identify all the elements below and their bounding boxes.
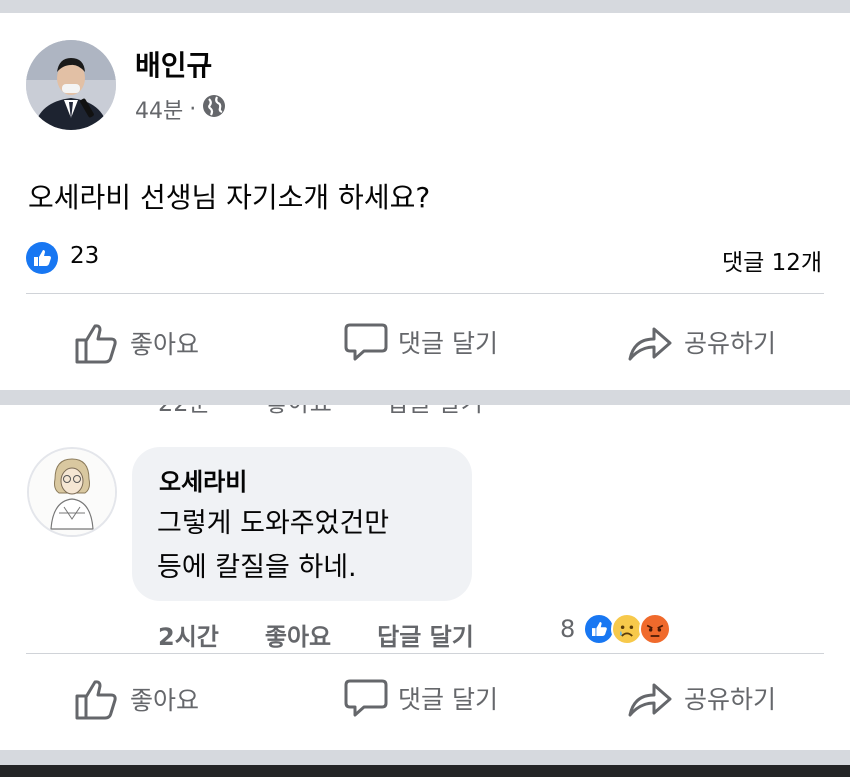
comment-bubble: 오세라비 그렇게 도와주었건만 등에 칼질을 하네. bbox=[132, 447, 472, 601]
globe-icon[interactable] bbox=[202, 94, 226, 124]
meta-separator: · bbox=[189, 96, 197, 122]
comment-meta: 2시간 좋아요 답글 달기 bbox=[158, 617, 474, 652]
comment-like-button[interactable]: 좋아요 bbox=[265, 617, 331, 652]
post-author-avatar[interactable] bbox=[26, 40, 116, 130]
comment-line-2: 등에 칼질을 하네. bbox=[157, 552, 357, 583]
clipped-like[interactable]: 좋아요 bbox=[266, 405, 332, 418]
comment-button[interactable]: 댓글 달기 bbox=[344, 321, 498, 363]
angry-icon bbox=[639, 613, 672, 645]
comment-author-avatar[interactable] bbox=[27, 447, 117, 537]
post-timestamp[interactable]: 44분 bbox=[135, 93, 183, 125]
like-button-label: 좋아요 bbox=[130, 330, 200, 359]
like-reaction-icon[interactable] bbox=[26, 242, 58, 274]
comment-divider bbox=[26, 653, 824, 654]
share-arrow-icon bbox=[628, 683, 672, 717]
clipped-time: 22분 bbox=[158, 405, 211, 418]
post-author-name[interactable]: 배인규 bbox=[135, 44, 212, 84]
comment-button-2[interactable]: 댓글 달기 bbox=[344, 677, 498, 719]
comment-author-name[interactable]: 오세라비 bbox=[159, 462, 247, 497]
comment-timestamp[interactable]: 2시간 bbox=[158, 617, 219, 652]
thumbs-up-icon bbox=[75, 324, 117, 364]
comment-count[interactable]: 댓글 12개 bbox=[722, 243, 822, 277]
comment-action-bar: 좋아요 댓글 달기 공유하기 bbox=[0, 673, 850, 733]
comment-text: 그렇게 도와주었건만 등에 칼질을 하네. bbox=[157, 502, 389, 590]
comment-button-label: 댓글 달기 bbox=[398, 685, 498, 714]
illustrated-person-icon bbox=[29, 449, 115, 535]
post-card: 배인규 44분 · 오세라비 선생님 자기소개 하세요? 23 댓글 12개 좋… bbox=[0, 13, 850, 390]
like-button-2[interactable]: 좋아요 bbox=[74, 677, 199, 721]
like-button-label: 좋아요 bbox=[130, 686, 200, 715]
comment-reactions[interactable]: 8 bbox=[560, 613, 672, 645]
clipped-comment-meta: 22분 좋아요 답글 달기 bbox=[158, 405, 483, 418]
bottom-bar bbox=[0, 765, 850, 777]
post-meta: 44분 · bbox=[135, 93, 226, 125]
share-button-label: 공유하기 bbox=[684, 685, 777, 714]
share-button-2[interactable]: 공유하기 bbox=[626, 677, 776, 719]
clipped-reply[interactable]: 답글 달기 bbox=[387, 405, 483, 418]
comment-card: 22분 좋아요 답글 달기 오세라비 그렇게 도와주었건만 등에 칼질을 하네.… bbox=[0, 405, 850, 750]
thumbs-up-icon bbox=[75, 680, 117, 720]
like-button[interactable]: 좋아요 bbox=[74, 321, 199, 365]
comment-button-label: 댓글 달기 bbox=[398, 329, 498, 358]
reaction-count: 8 bbox=[560, 615, 576, 643]
speech-bubble-icon bbox=[344, 679, 388, 717]
speech-bubble-icon bbox=[344, 323, 388, 361]
post-text: 오세라비 선생님 자기소개 하세요? bbox=[28, 181, 431, 214]
person-photo-icon bbox=[26, 40, 116, 130]
share-arrow-icon bbox=[628, 327, 672, 361]
share-button-label: 공유하기 bbox=[684, 329, 777, 358]
comment-line-1: 그렇게 도와주었건만 bbox=[157, 508, 390, 539]
comment-reply-button[interactable]: 답글 달기 bbox=[377, 617, 474, 652]
share-button[interactable]: 공유하기 bbox=[626, 321, 776, 363]
like-count[interactable]: 23 bbox=[70, 243, 99, 269]
post-divider bbox=[26, 293, 824, 294]
post-action-bar: 좋아요 댓글 달기 공유하기 bbox=[0, 313, 850, 373]
